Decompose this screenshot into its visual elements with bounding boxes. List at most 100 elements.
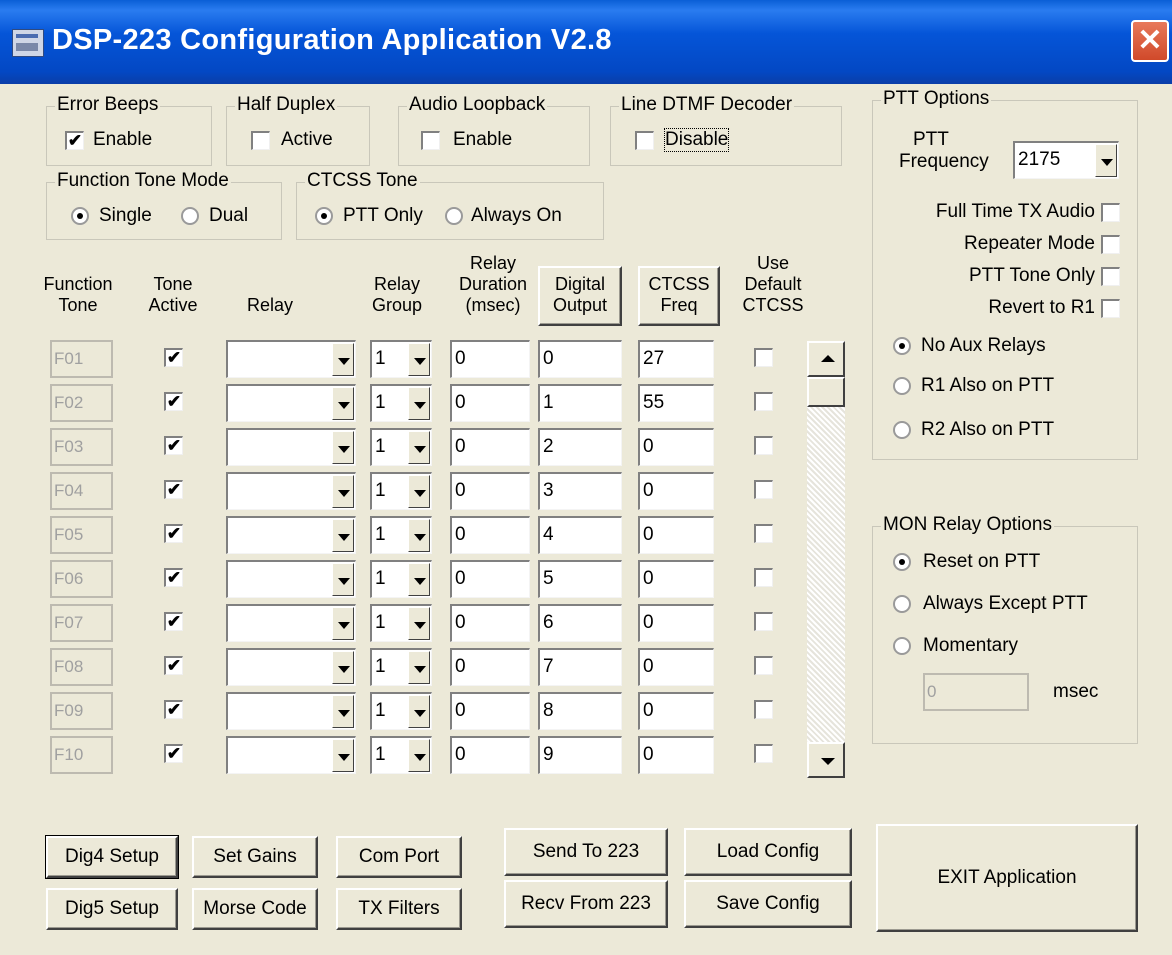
relay-select[interactable] <box>226 472 356 510</box>
tone-active-checkbox[interactable]: ✔ <box>164 392 183 411</box>
relay-duration-field[interactable]: 0 <box>450 516 530 554</box>
relay-group-dropdown-button[interactable] <box>408 695 430 728</box>
use-default-ctcss-checkbox[interactable] <box>754 612 773 631</box>
revert-to-r1-checkbox[interactable] <box>1101 299 1120 318</box>
use-default-ctcss-checkbox[interactable] <box>754 436 773 455</box>
relay-dropdown-button[interactable] <box>332 563 354 596</box>
use-default-ctcss-checkbox[interactable] <box>754 480 773 499</box>
digital-output-field[interactable]: 7 <box>538 648 622 686</box>
tone-active-checkbox[interactable]: ✔ <box>164 348 183 367</box>
use-default-ctcss-checkbox[interactable] <box>754 524 773 543</box>
save-config-button[interactable]: Save Config <box>684 880 852 928</box>
recv-from-223-button[interactable]: Recv From 223 <box>504 880 668 928</box>
ctcss-freq-button[interactable]: CTCSS Freq <box>638 266 720 326</box>
relay-group-dropdown-button[interactable] <box>408 739 430 772</box>
set-gains-button[interactable]: Set Gains <box>192 836 318 878</box>
relay-duration-field[interactable]: 0 <box>450 648 530 686</box>
relay-duration-field[interactable]: 0 <box>450 604 530 642</box>
audio-loopback-checkbox[interactable] <box>421 131 440 150</box>
relay-select[interactable] <box>226 340 356 378</box>
digital-output-field[interactable]: 6 <box>538 604 622 642</box>
ctcss-ptt-only-radio[interactable] <box>315 207 333 225</box>
send-to-223-button[interactable]: Send To 223 <box>504 828 668 876</box>
relay-dropdown-button[interactable] <box>332 519 354 552</box>
relay-group-select[interactable]: 1 <box>370 472 432 510</box>
relay-dropdown-button[interactable] <box>332 739 354 772</box>
ctcss-freq-field[interactable]: 0 <box>638 516 714 554</box>
tone-active-checkbox[interactable]: ✔ <box>164 700 183 719</box>
relay-select[interactable] <box>226 736 356 774</box>
tone-active-checkbox[interactable]: ✔ <box>164 612 183 631</box>
ptt-frequency-select[interactable]: 2175 <box>1013 141 1119 179</box>
no-aux-relays-radio[interactable] <box>893 337 911 355</box>
relay-group-dropdown-button[interactable] <box>408 431 430 464</box>
ctcss-freq-field[interactable]: 0 <box>638 560 714 598</box>
dig5-setup-button[interactable]: Dig5 Setup <box>46 888 178 930</box>
relay-duration-field[interactable]: 0 <box>450 692 530 730</box>
relay-group-select[interactable]: 1 <box>370 516 432 554</box>
close-icon[interactable]: ✕ <box>1131 20 1169 62</box>
relay-group-select[interactable]: 1 <box>370 428 432 466</box>
relay-dropdown-button[interactable] <box>332 387 354 420</box>
relay-dropdown-button[interactable] <box>332 695 354 728</box>
use-default-ctcss-checkbox[interactable] <box>754 348 773 367</box>
relay-group-select[interactable]: 1 <box>370 384 432 422</box>
relay-group-select[interactable]: 1 <box>370 648 432 686</box>
relay-group-select[interactable]: 1 <box>370 560 432 598</box>
relay-dropdown-button[interactable] <box>332 475 354 508</box>
digital-output-field[interactable]: 5 <box>538 560 622 598</box>
use-default-ctcss-checkbox[interactable] <box>754 656 773 675</box>
dig4-setup-button[interactable]: Dig4 Setup <box>45 835 179 879</box>
tone-active-checkbox[interactable]: ✔ <box>164 480 183 499</box>
use-default-ctcss-checkbox[interactable] <box>754 392 773 411</box>
relay-group-select[interactable]: 1 <box>370 604 432 642</box>
com-port-button[interactable]: Com Port <box>336 836 462 878</box>
tone-active-checkbox[interactable]: ✔ <box>164 524 183 543</box>
relay-select[interactable] <box>226 604 356 642</box>
digital-output-field[interactable]: 3 <box>538 472 622 510</box>
use-default-ctcss-checkbox[interactable] <box>754 700 773 719</box>
r1-also-on-ptt-radio[interactable] <box>893 377 911 395</box>
relay-select[interactable] <box>226 648 356 686</box>
tone-active-checkbox[interactable]: ✔ <box>164 656 183 675</box>
digital-output-field[interactable]: 9 <box>538 736 622 774</box>
relay-group-dropdown-button[interactable] <box>408 343 430 376</box>
reset-on-ptt-radio[interactable] <box>893 553 911 571</box>
digital-output-field[interactable]: 4 <box>538 516 622 554</box>
digital-output-field[interactable]: 2 <box>538 428 622 466</box>
tone-active-checkbox[interactable]: ✔ <box>164 744 183 763</box>
ctcss-freq-field[interactable]: 0 <box>638 604 714 642</box>
r2-also-on-ptt-radio[interactable] <box>893 421 911 439</box>
relay-group-select[interactable]: 1 <box>370 736 432 774</box>
tone-active-checkbox[interactable]: ✔ <box>164 436 183 455</box>
relay-dropdown-button[interactable] <box>332 651 354 684</box>
title-bar[interactable]: DSP-223 Configuration Application V2.8 ✕ <box>0 0 1172 84</box>
ctcss-freq-field[interactable]: 27 <box>638 340 714 378</box>
momentary-msec-field[interactable]: 0 <box>923 673 1029 711</box>
repeater-mode-checkbox[interactable] <box>1101 235 1120 254</box>
relay-group-select[interactable]: 1 <box>370 340 432 378</box>
relay-duration-field[interactable]: 0 <box>450 384 530 422</box>
scroll-up-button[interactable] <box>807 341 845 377</box>
ptt-frequency-dropdown-button[interactable] <box>1095 144 1117 177</box>
line-dtmf-checkbox[interactable] <box>635 131 654 150</box>
digital-output-field[interactable]: 8 <box>538 692 622 730</box>
relay-duration-field[interactable]: 0 <box>450 736 530 774</box>
load-config-button[interactable]: Load Config <box>684 828 852 876</box>
relay-group-dropdown-button[interactable] <box>408 607 430 640</box>
use-default-ctcss-checkbox[interactable] <box>754 744 773 763</box>
tone-active-checkbox[interactable]: ✔ <box>164 568 183 587</box>
ptt-tone-only-checkbox[interactable] <box>1101 267 1120 286</box>
relay-group-dropdown-button[interactable] <box>408 475 430 508</box>
relay-group-dropdown-button[interactable] <box>408 563 430 596</box>
digital-output-field[interactable]: 0 <box>538 340 622 378</box>
relay-duration-field[interactable]: 0 <box>450 472 530 510</box>
ctcss-always-on-radio[interactable] <box>445 207 463 225</box>
function-tone-single-radio[interactable] <box>71 207 89 225</box>
relay-select[interactable] <box>226 516 356 554</box>
always-except-ptt-radio[interactable] <box>893 595 911 613</box>
relay-duration-field[interactable]: 0 <box>450 560 530 598</box>
relay-group-dropdown-button[interactable] <box>408 651 430 684</box>
relay-select[interactable] <box>226 692 356 730</box>
tx-filters-button[interactable]: TX Filters <box>336 888 462 930</box>
